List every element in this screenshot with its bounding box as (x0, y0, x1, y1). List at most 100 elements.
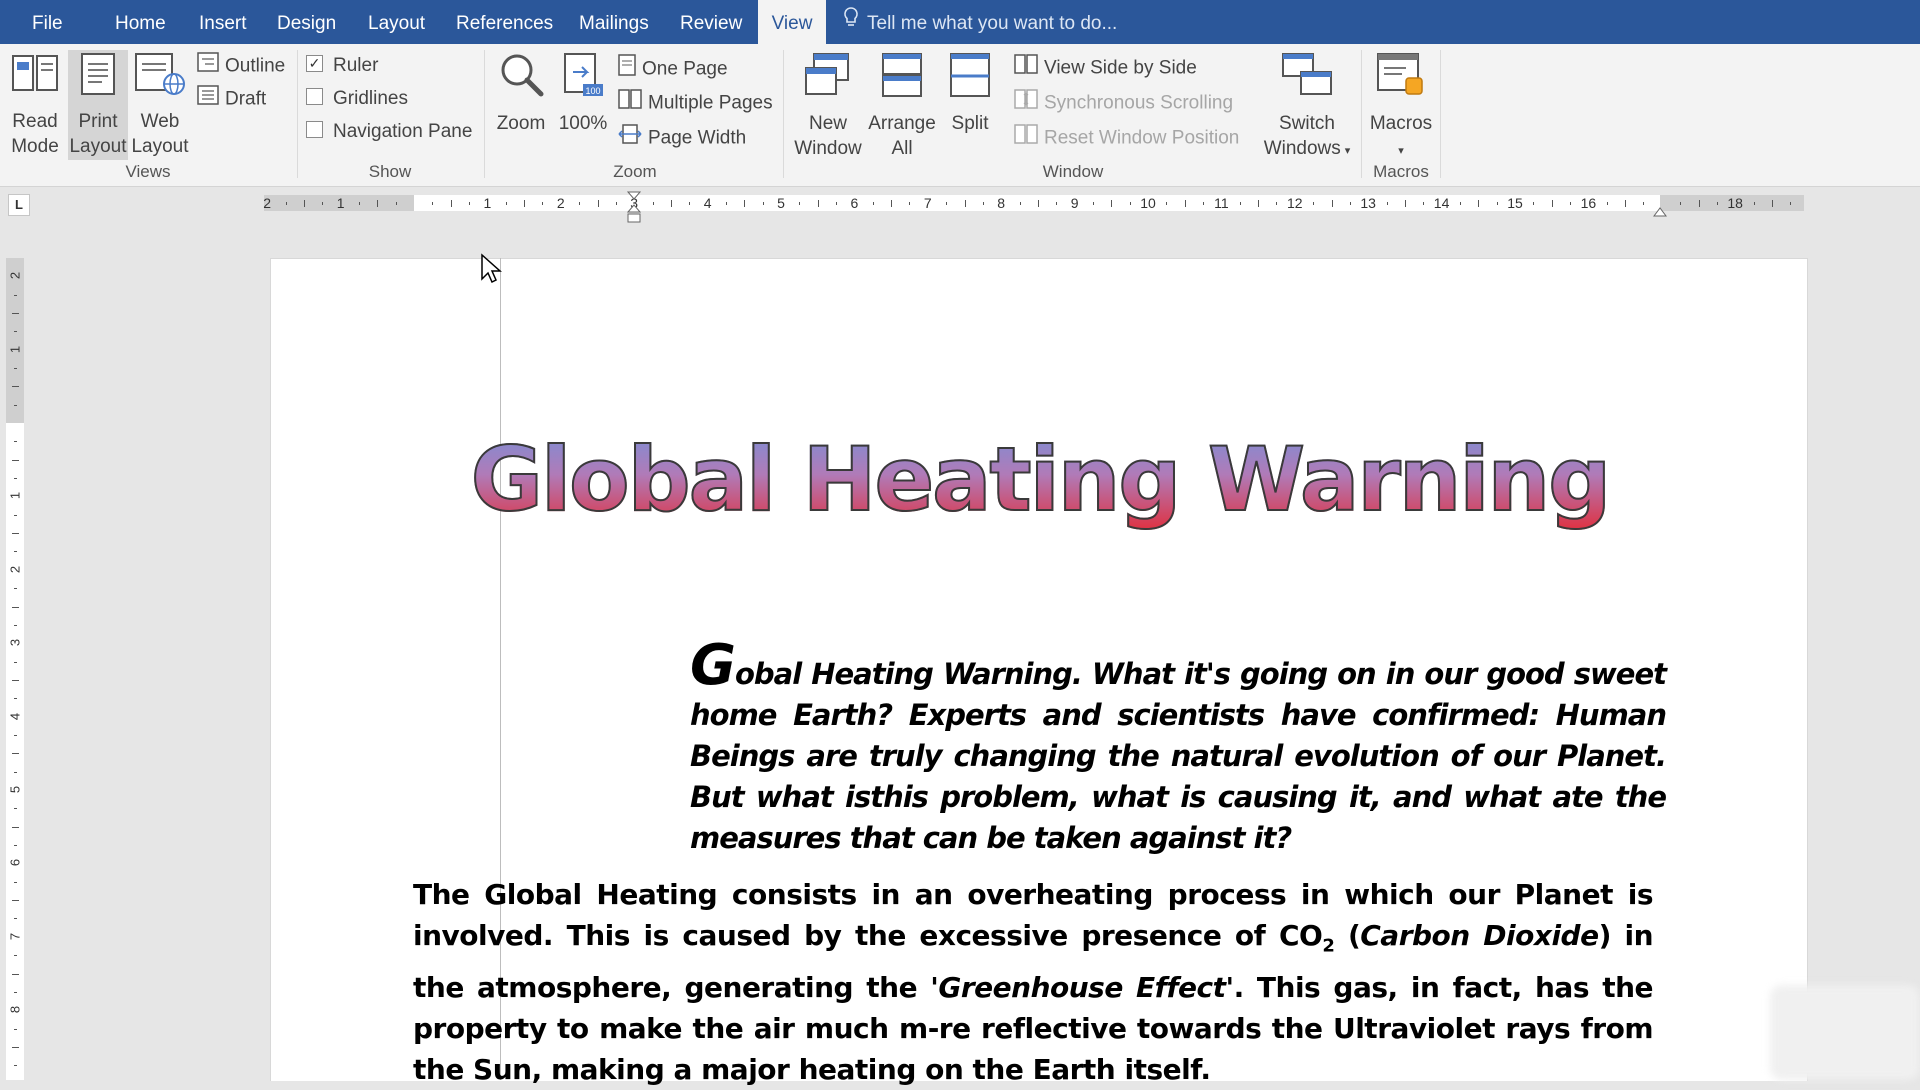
right-indent-marker-icon[interactable] (1653, 204, 1667, 223)
zoom-100-icon: 100 (555, 52, 611, 105)
split-button[interactable]: Split (942, 52, 998, 136)
ruler-number: 4 (7, 712, 23, 720)
gridlines-checkbox[interactable]: Gridlines (306, 85, 408, 113)
zoom-100-button[interactable]: 100 100% (555, 52, 611, 136)
one-page-label: One Page (642, 58, 728, 80)
show-group-label: Show (368, 162, 412, 181)
drop-cap: G (690, 633, 736, 698)
tab-references[interactable]: References (456, 0, 553, 44)
body-paragraph[interactable]: The Global Heating consists in an overhe… (413, 874, 1654, 1090)
print-layout-button[interactable]: Print Layout (68, 50, 128, 160)
ruler-label: Ruler (333, 55, 379, 76)
gridlines-check-box (306, 88, 323, 106)
tab-view[interactable]: View (758, 0, 826, 44)
navigation-pane-checkbox[interactable]: Navigation Pane (306, 118, 472, 146)
ruler-tick (13, 771, 17, 773)
ruler-tick (469, 201, 471, 205)
split-label: Split (951, 113, 989, 134)
blurred-overlay (1770, 985, 1920, 1080)
tab-file[interactable]: File (32, 0, 63, 44)
arrange-all-icon (866, 52, 938, 105)
dropdown-arrow-icon: ▾ (1398, 145, 1404, 157)
indent-marker-icon[interactable] (626, 190, 642, 229)
page-width-icon (618, 124, 642, 153)
outline-icon (197, 52, 219, 81)
tab-layout[interactable]: Layout (368, 0, 425, 44)
ruler-tick (13, 918, 17, 920)
ruler-tick (1092, 201, 1094, 205)
ruler-tick (1239, 201, 1241, 205)
menu-bar: File Home Insert Design Layout Reference… (0, 0, 1920, 44)
ruler-tick (11, 1046, 19, 1048)
horizontal-ruler[interactable]: 2 1 1 2 3 4 5 6 7 8 9 10 11 12 13 14 15 16 18 (263, 195, 1804, 211)
switch-windows-icon (1256, 52, 1358, 105)
ruler-tick (1111, 199, 1113, 207)
ruler-tick (13, 551, 17, 553)
zoom-group-label: Zoom (613, 162, 657, 181)
multiple-pages-button[interactable]: Multiple Pages (618, 89, 773, 117)
zoom-button[interactable]: Zoom (490, 52, 552, 136)
ruler-tick (1533, 201, 1535, 205)
arrange-all-button[interactable]: Arrange All (866, 52, 938, 161)
ruler-tick (1258, 199, 1260, 207)
vertical-ruler[interactable]: 2 1 1 2 3 4 5 6 7 8 (6, 258, 24, 1080)
ruler-tick (1331, 199, 1333, 207)
macros-button[interactable]: Macros ▾ (1366, 52, 1436, 164)
tab-design[interactable]: Design (277, 0, 336, 44)
lightbulb-icon (843, 0, 859, 48)
ruler-tick (1349, 201, 1351, 205)
zoom-100-label: 100% (558, 113, 608, 134)
ruler-number: 5 (7, 785, 23, 794)
new-window-button[interactable]: New Window (790, 52, 866, 161)
document-title[interactable]: Global Heating Warning (270, 425, 1810, 535)
page-width-button[interactable]: Page Width (618, 124, 746, 152)
tell-me-search[interactable]: Tell me what you want to do... (843, 0, 1117, 44)
svg-text:100: 100 (585, 86, 600, 96)
ruler-tick (11, 973, 19, 975)
print-layout-icon (68, 52, 128, 103)
macros-label: Macros (1369, 113, 1433, 134)
tab-home[interactable]: Home (115, 0, 166, 44)
synchronous-scrolling-icon (1014, 89, 1038, 118)
one-page-button[interactable]: One Page (618, 54, 728, 82)
tab-insert[interactable]: Insert (199, 0, 247, 44)
tab-mailings[interactable]: Mailings (579, 0, 649, 44)
ruler-tick (524, 199, 526, 207)
ruler-tick (13, 808, 17, 810)
ruler-tick (13, 367, 17, 369)
tell-me-text: Tell me what you want to do... (867, 13, 1118, 35)
ruler-tick (1496, 201, 1498, 205)
tab-selector[interactable]: L (8, 194, 30, 216)
ruler-number: 14 (1433, 195, 1450, 211)
ruler-tick (11, 386, 19, 388)
body-italic-2: Greenhouse Effect (938, 970, 1226, 1004)
reset-window-position-label: Reset Window Position (1044, 127, 1240, 149)
ruler-tick (1790, 201, 1792, 205)
gridlines-label: Gridlines (333, 88, 408, 109)
split-icon (942, 52, 998, 105)
ruler-tick (579, 201, 581, 205)
web-layout-button[interactable]: Web Layout (130, 52, 190, 159)
ruler-tick (909, 201, 911, 205)
view-side-by-side-button[interactable]: View Side by Side (1014, 54, 1197, 82)
ruler-tick (13, 661, 17, 663)
switch-windows-button[interactable]: Switch Windows ▾ (1256, 52, 1358, 164)
ruler-tick (322, 201, 324, 205)
ruler-checkbox[interactable]: ✓ Ruler (306, 52, 378, 80)
outline-button[interactable]: Outline (197, 52, 285, 80)
intro-paragraph[interactable]: Gobal Heating Warning. What it's going o… (690, 638, 1667, 859)
ruler-tick (725, 201, 727, 205)
ruler-tick (13, 1065, 17, 1067)
ruler-number: 3 (7, 639, 23, 647)
tab-review[interactable]: Review (680, 0, 742, 44)
read-mode-button[interactable]: Read Mode (6, 52, 64, 159)
draft-label: Draft (225, 88, 267, 110)
ruler-tick (505, 201, 507, 205)
ruler-tick (13, 1028, 17, 1030)
ruler-tick (652, 201, 654, 205)
ruler-tick (946, 201, 948, 205)
draft-button[interactable]: Draft (197, 85, 266, 113)
draft-icon (197, 85, 219, 114)
synchronous-scrolling-button[interactable]: Synchronous Scrolling (1014, 89, 1233, 117)
reset-window-position-button[interactable]: Reset Window Position (1014, 124, 1239, 152)
